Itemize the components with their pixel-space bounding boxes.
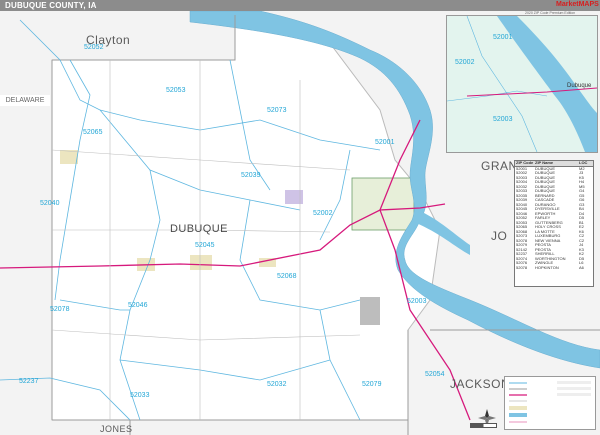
zip-table-cell-loc: A6 [579, 264, 584, 270]
zip-table-header-name: ZIP Name [535, 160, 554, 165]
county-label-grant: GRAN [481, 159, 518, 173]
zip-label: 52053 [166, 87, 186, 94]
zip-label: 52039 [241, 172, 261, 179]
zip-label: 52054 [425, 371, 445, 378]
zip-label: 52078 [50, 306, 70, 313]
map-legend-swatches [509, 381, 591, 423]
zip-label: 52052 [84, 44, 104, 51]
inset-zip-label: 52001 [493, 34, 513, 41]
zip-table-cell-name: HOPKINTON [535, 264, 559, 270]
zip-label: 52001 [375, 139, 395, 146]
map-page: DUBUQUE COUNTY, IA MarketMAPS 2020 ZIP C… [0, 0, 600, 435]
inset-zip-label: 52003 [493, 116, 513, 123]
zip-table-header-loc: LOC [579, 160, 588, 165]
zip-label: 52033 [130, 392, 150, 399]
county-label-delaware: DELAWARE [0, 95, 50, 106]
zip-label: 52079 [362, 381, 382, 388]
zip-label: 52046 [128, 302, 148, 309]
zip-label: 52045 [195, 242, 215, 249]
scale-bar [470, 423, 497, 428]
zip-table-row: 52078 HOPKINTON A6 [515, 264, 593, 271]
zip-table-header-zip: ZIP Code [516, 160, 534, 165]
zip-label: 52068 [277, 273, 297, 280]
map-legend [504, 376, 596, 430]
zip-table-body: 52001 DUBUQUE M2 52002 DUBUQUE J3 52003 DUBUQUE… [515, 166, 593, 271]
inset-map: 52001 52002 52003 Dubuque [446, 15, 598, 153]
zip-label: 52003 [407, 298, 427, 305]
county-label-jo: JO [491, 229, 508, 243]
zip-label: 52032 [267, 381, 287, 388]
zip-code-table: ZIP Code ZIP Name LOC 52001 DUBUQUE M2 5200… [514, 160, 594, 287]
zip-label: 52073 [267, 107, 287, 114]
zip-label: 52040 [40, 200, 60, 207]
county-label-jackson: JACKSON [450, 377, 511, 391]
inset-zip-label: 52002 [455, 59, 475, 66]
inset-city-label: Dubuque [567, 83, 592, 89]
county-label-jones: JONES [100, 424, 133, 434]
county-label-dubuque: DUBUQUE [170, 223, 228, 235]
brand-logo: MarketMAPS [556, 1, 599, 8]
map-title: DUBUQUE COUNTY, IA [5, 1, 97, 10]
zip-label: 52002 [313, 210, 333, 217]
zip-table-cell-zip: 52078 [516, 264, 528, 270]
zip-label: 52237 [19, 378, 39, 385]
zip-label: 52065 [83, 129, 103, 136]
